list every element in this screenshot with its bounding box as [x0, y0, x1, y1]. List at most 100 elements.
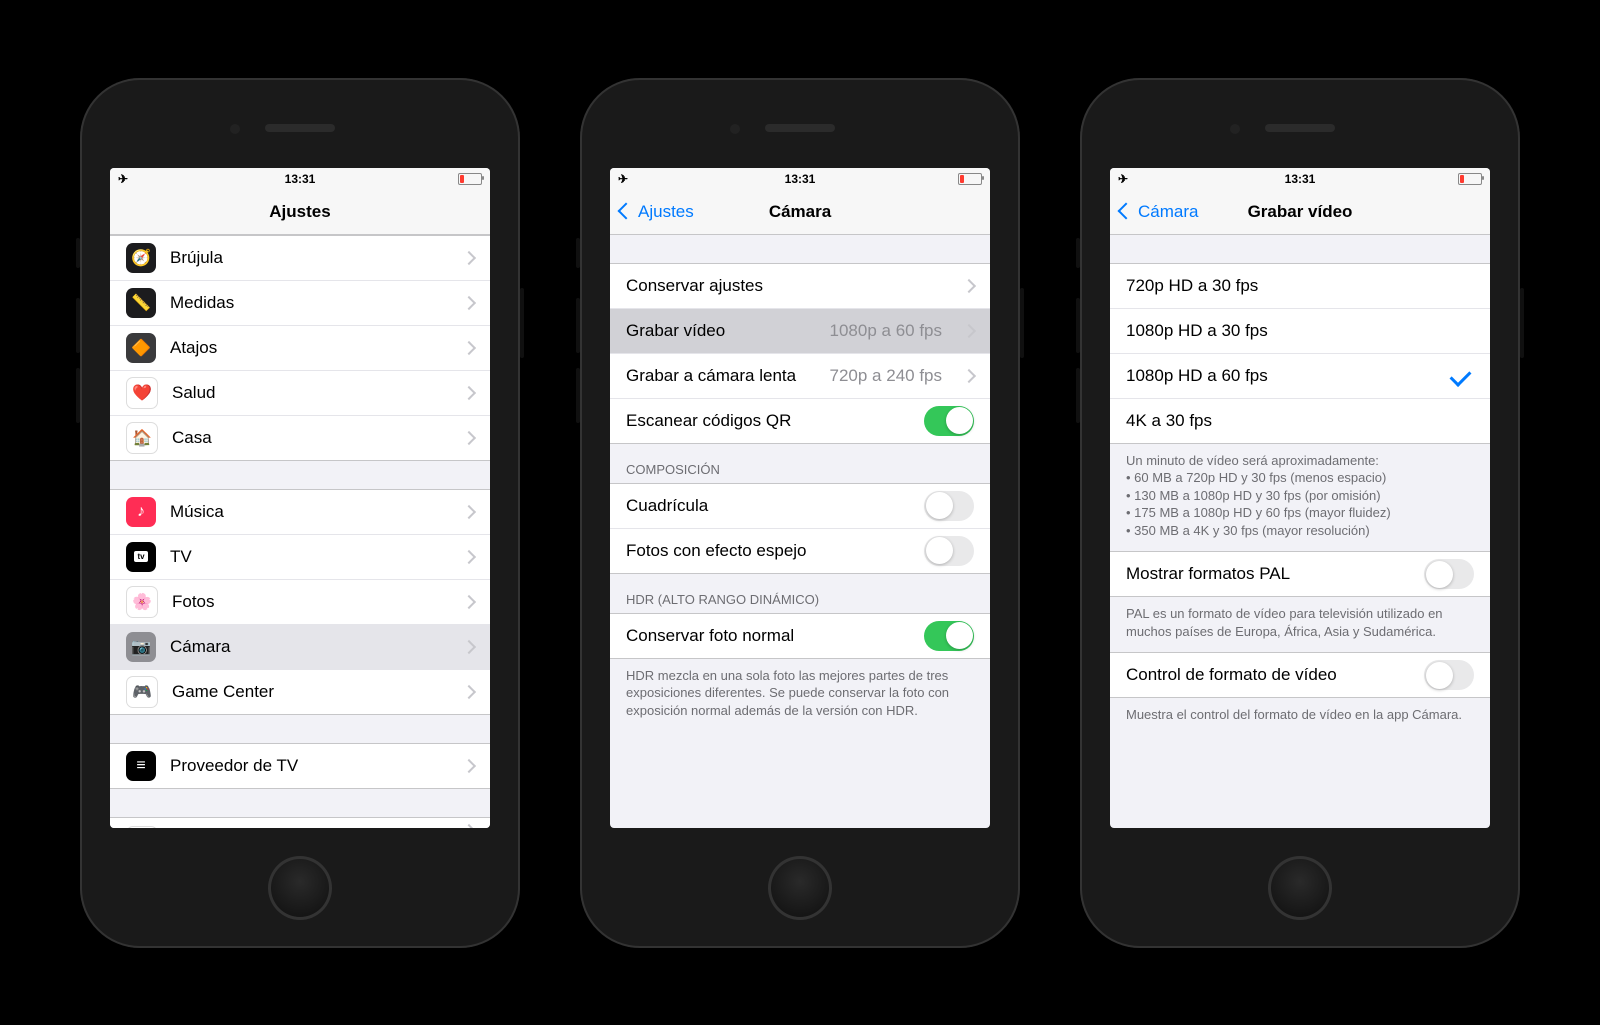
- home-button[interactable]: [268, 856, 332, 920]
- option-label: 1080p HD a 30 fps: [1126, 321, 1474, 341]
- mute-switch[interactable]: [576, 238, 580, 268]
- power-button[interactable]: [1520, 288, 1524, 358]
- volume-down[interactable]: [1076, 368, 1080, 423]
- row-grabar-a-cámara-lenta[interactable]: Grabar a cámara lenta 720p a 240 fps: [610, 353, 990, 398]
- settings-row-proveedor-de-tv[interactable]: ≡ Proveedor de TV: [110, 744, 490, 788]
- power-button[interactable]: [520, 288, 524, 358]
- settings-row-medidas[interactable]: 📏Medidas: [110, 280, 490, 325]
- row-fotos-con-efecto-espejo[interactable]: Fotos con efecto espejo: [610, 528, 990, 573]
- toggle[interactable]: [924, 491, 974, 521]
- status-bar: ✈ 13:31: [110, 168, 490, 190]
- record-video-list[interactable]: 720p HD a 30 fps 1080p HD a 30 fps 1080p H…: [1110, 235, 1490, 828]
- ctrl-group: Control de formato de vídeo: [1110, 652, 1490, 698]
- settings-row-analytics[interactable]: 📊Analytics: [110, 818, 490, 828]
- mute-switch[interactable]: [1076, 238, 1080, 268]
- back-button[interactable]: Ajustes: [618, 202, 694, 222]
- toggle-video-format-control[interactable]: [1424, 660, 1474, 690]
- option-label: 720p HD a 30 fps: [1126, 276, 1474, 296]
- settings-list[interactable]: 🧭Brújula📏Medidas🔶Atajos❤️Salud🏠Casa ♪Mús…: [110, 235, 490, 828]
- option-720p-hd-a-30-fps[interactable]: 720p HD a 30 fps: [1110, 264, 1490, 308]
- app-icon: 🧭: [126, 243, 156, 273]
- row-label: Proveedor de TV: [170, 756, 442, 776]
- volume-up[interactable]: [1076, 298, 1080, 353]
- row-conservar-ajustes[interactable]: Conservar ajustes: [610, 264, 990, 308]
- toggle[interactable]: [924, 536, 974, 566]
- page-title: Grabar vídeo: [1248, 202, 1353, 222]
- row-grabar-vídeo[interactable]: Grabar vídeo 1080p a 60 fps: [610, 308, 990, 353]
- chevron-right-icon: [462, 639, 476, 653]
- settings-row-game-center[interactable]: 🎮Game Center: [110, 669, 490, 714]
- row-cuadrícula[interactable]: Cuadrícula: [610, 484, 990, 528]
- settings-row-fotos[interactable]: 🌸Fotos: [110, 579, 490, 624]
- pal-footer: PAL es un formato de vídeo para televisi…: [1110, 597, 1490, 652]
- chevron-right-icon: [462, 295, 476, 309]
- app-icon: 📷: [126, 632, 156, 662]
- camera-group-2: Cuadrícula Fotos con efecto espejo: [610, 483, 990, 574]
- airplane-icon: ✈: [118, 172, 128, 186]
- chevron-right-icon: [462, 594, 476, 608]
- row-label: Grabar vídeo: [626, 321, 816, 341]
- volume-up[interactable]: [76, 298, 80, 353]
- chevron-right-icon: [462, 430, 476, 444]
- toggle[interactable]: [924, 621, 974, 651]
- status-bar: ✈ 13:31: [610, 168, 990, 190]
- row-label: Grabar a cámara lenta: [626, 366, 816, 386]
- row-label: Conservar foto normal: [626, 626, 910, 646]
- row-conservar-foto-normal[interactable]: Conservar foto normal: [610, 614, 990, 658]
- chevron-right-icon: [962, 323, 976, 337]
- ctrl-footer: Muestra el control del formato de vídeo …: [1110, 698, 1490, 736]
- option-1080p-hd-a-30-fps[interactable]: 1080p HD a 30 fps: [1110, 308, 1490, 353]
- chevron-right-icon: [462, 504, 476, 518]
- settings-group-1: 🧭Brújula📏Medidas🔶Atajos❤️Salud🏠Casa: [110, 235, 490, 461]
- power-button[interactable]: [1020, 288, 1024, 358]
- row-video-format-control[interactable]: Control de formato de vídeo: [1110, 653, 1490, 697]
- settings-row-música[interactable]: ♪Música: [110, 490, 490, 534]
- toggle-pal[interactable]: [1424, 559, 1474, 589]
- row-detail: 1080p a 60 fps: [830, 321, 942, 341]
- checkmark-icon: [1450, 365, 1472, 387]
- settings-group-2: ♪MúsicatvTV🌸Fotos📷Cámara🎮Game Center: [110, 489, 490, 715]
- group-header-hdr: HDR (alto rango dinámico): [610, 574, 990, 613]
- chevron-left-icon: [618, 202, 636, 222]
- back-button[interactable]: Cámara: [1118, 202, 1198, 222]
- chevron-right-icon: [462, 385, 476, 399]
- option-1080p-hd-a-60-fps[interactable]: 1080p HD a 60 fps: [1110, 353, 1490, 398]
- status-time: 13:31: [110, 172, 490, 186]
- row-label: Cuadrícula: [626, 496, 910, 516]
- app-icon: ≡: [126, 751, 156, 781]
- volume-down[interactable]: [576, 368, 580, 423]
- settings-row-cámara[interactable]: 📷Cámara: [110, 624, 490, 669]
- mute-switch[interactable]: [76, 238, 80, 268]
- settings-row-atajos[interactable]: 🔶Atajos: [110, 325, 490, 370]
- settings-row-casa[interactable]: 🏠Casa: [110, 415, 490, 460]
- camera-group-3: Conservar foto normal: [610, 613, 990, 659]
- resolution-group: 720p HD a 30 fps 1080p HD a 30 fps 1080p H…: [1110, 263, 1490, 444]
- option-4k-a-30-fps[interactable]: 4K a 30 fps: [1110, 398, 1490, 443]
- option-label: 4K a 30 fps: [1126, 411, 1474, 431]
- row-label: Atajos: [170, 338, 442, 358]
- row-label: Salud: [172, 383, 442, 403]
- settings-row-tv[interactable]: tvTV: [110, 534, 490, 579]
- row-pal[interactable]: Mostrar formatos PAL: [1110, 552, 1490, 596]
- app-icon: tv: [126, 542, 156, 572]
- row-escanear-códigos-qr[interactable]: Escanear códigos QR: [610, 398, 990, 443]
- chevron-right-icon: [462, 684, 476, 698]
- row-label: Música: [170, 502, 442, 522]
- camera-settings-list[interactable]: Conservar ajustes Grabar vídeo 1080p a 60 …: [610, 235, 990, 828]
- option-label: 1080p HD a 60 fps: [1126, 366, 1437, 386]
- home-button[interactable]: [768, 856, 832, 920]
- row-detail: 720p a 240 fps: [830, 366, 942, 386]
- settings-group-3: ≡ Proveedor de TV: [110, 743, 490, 789]
- row-label: Fotos: [172, 592, 442, 612]
- toggle[interactable]: [924, 406, 974, 436]
- battery-icon: [958, 173, 982, 185]
- chevron-right-icon: [462, 758, 476, 772]
- home-button[interactable]: [1268, 856, 1332, 920]
- volume-down[interactable]: [76, 368, 80, 423]
- row-label: Medidas: [170, 293, 442, 313]
- settings-row-salud[interactable]: ❤️Salud: [110, 370, 490, 415]
- screen-settings: ✈ 13:31 Ajustes 🧭Brújula📏Medidas🔶Atajos❤…: [110, 168, 490, 828]
- volume-up[interactable]: [576, 298, 580, 353]
- chevron-right-icon: [962, 278, 976, 292]
- settings-row-brújula[interactable]: 🧭Brújula: [110, 236, 490, 280]
